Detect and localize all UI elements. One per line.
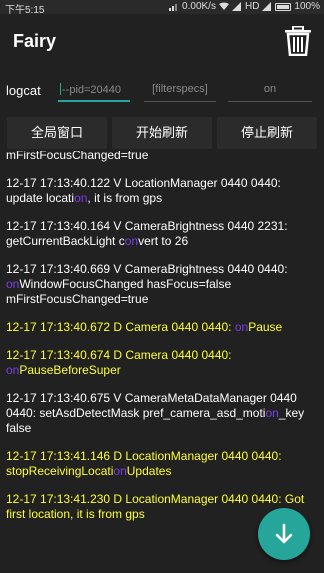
log-entry: 12-17 17:13:40.674 D Camera 0440 0440: o… bbox=[6, 348, 318, 378]
text-cursor bbox=[60, 83, 61, 95]
log-entry: mFirstFocusChanged=true bbox=[6, 151, 318, 163]
network-type: HD bbox=[244, 1, 260, 12]
level-input[interactable]: on bbox=[228, 76, 312, 102]
signal-strength-icon-2 bbox=[262, 2, 272, 11]
log-match-highlight: on bbox=[124, 234, 139, 248]
log-match-highlight: on bbox=[234, 320, 249, 334]
pid-input[interactable]: --pid=20440 bbox=[58, 76, 130, 102]
logcat-label: logcat bbox=[6, 83, 41, 98]
log-match-highlight: on bbox=[6, 363, 20, 377]
signal-icon bbox=[169, 4, 178, 11]
log-text: 12-17 17:13:40.675 V CameraMetaDataManag… bbox=[6, 391, 297, 420]
pid-value: --pid=20440 bbox=[62, 84, 122, 96]
log-entry: 12-17 17:13:40.675 V CameraMetaDataManag… bbox=[6, 391, 318, 436]
wifi-icon bbox=[218, 2, 229, 10]
log-text: 12-17 17:13:40.672 D Camera 0440 0440: bbox=[6, 320, 235, 334]
level-value: on bbox=[263, 83, 277, 95]
log-text: WindowFocusChanged hasFocus=false mFirst… bbox=[6, 277, 232, 306]
log-text: PauseBeforeSuper bbox=[19, 363, 121, 377]
global-window-button[interactable]: 全局窗口 bbox=[7, 117, 107, 149]
log-text: Updates bbox=[126, 464, 172, 478]
start-refresh-button[interactable]: 开始刷新 bbox=[112, 117, 212, 149]
scroll-to-bottom-button[interactable] bbox=[258, 508, 310, 560]
log-entry: 12-17 17:13:40.672 D Camera 0440 0440: o… bbox=[6, 320, 318, 335]
log-match-highlight: on bbox=[113, 464, 127, 478]
filterspecs-placeholder: [filterspecs] bbox=[152, 83, 208, 95]
log-list-content: mFirstFocusChanged=true 12-17 17:13:40.12… bbox=[6, 151, 318, 535]
log-entry: 12-17 17:13:40.164 V CameraBrightness 04… bbox=[6, 219, 318, 249]
log-text: Pause bbox=[248, 320, 283, 334]
battery-icon bbox=[275, 2, 292, 11]
log-entry: 12-17 17:13:41.146 D LocationManager 044… bbox=[6, 449, 318, 479]
log-match-highlight: on bbox=[74, 191, 88, 205]
trash-icon bbox=[285, 25, 311, 57]
filter-row: logcat --pid=20440 [filterspecs] on bbox=[0, 76, 324, 106]
filterspecs-input[interactable]: [filterspecs] bbox=[144, 76, 216, 102]
status-indicators: 0.00K/s HD 100% bbox=[169, 1, 320, 12]
log-text: 12-17 17:13:40.669 V CameraBrightness 04… bbox=[6, 262, 288, 276]
log-text: , it is from gps bbox=[87, 191, 163, 205]
signal-strength-icon bbox=[231, 2, 241, 11]
app-title: Fairy bbox=[13, 31, 57, 51]
log-entry: 12-17 17:13:40.669 V CameraBrightness 04… bbox=[6, 262, 318, 307]
log-match-highlight: on bbox=[6, 277, 20, 291]
action-button-row: 全局窗口 开始刷新 停止刷新 bbox=[0, 117, 324, 149]
log-text: mFirstFocusChanged=true bbox=[6, 151, 149, 162]
log-text: 12-17 17:13:40.674 D Camera 0440 0440: bbox=[6, 348, 232, 362]
log-text: 12-17 17:13:41.230 D LocationManager 044… bbox=[6, 492, 305, 521]
log-entry: 12-17 17:13:40.122 V LocationManager 044… bbox=[6, 176, 318, 206]
arrow-down-icon bbox=[275, 523, 293, 544]
status-bar: 下午5:15 0.00K/s HD 100% bbox=[0, 0, 324, 16]
network-speed: 0.00K/s bbox=[182, 1, 216, 12]
app-bar: Fairy bbox=[0, 14, 324, 70]
clear-logs-button[interactable] bbox=[284, 25, 312, 57]
log-match-highlight: on bbox=[265, 406, 279, 420]
battery-level: 100% bbox=[294, 1, 320, 12]
stop-refresh-button[interactable]: 停止刷新 bbox=[217, 117, 317, 149]
log-text: vert to 26 bbox=[138, 234, 189, 248]
